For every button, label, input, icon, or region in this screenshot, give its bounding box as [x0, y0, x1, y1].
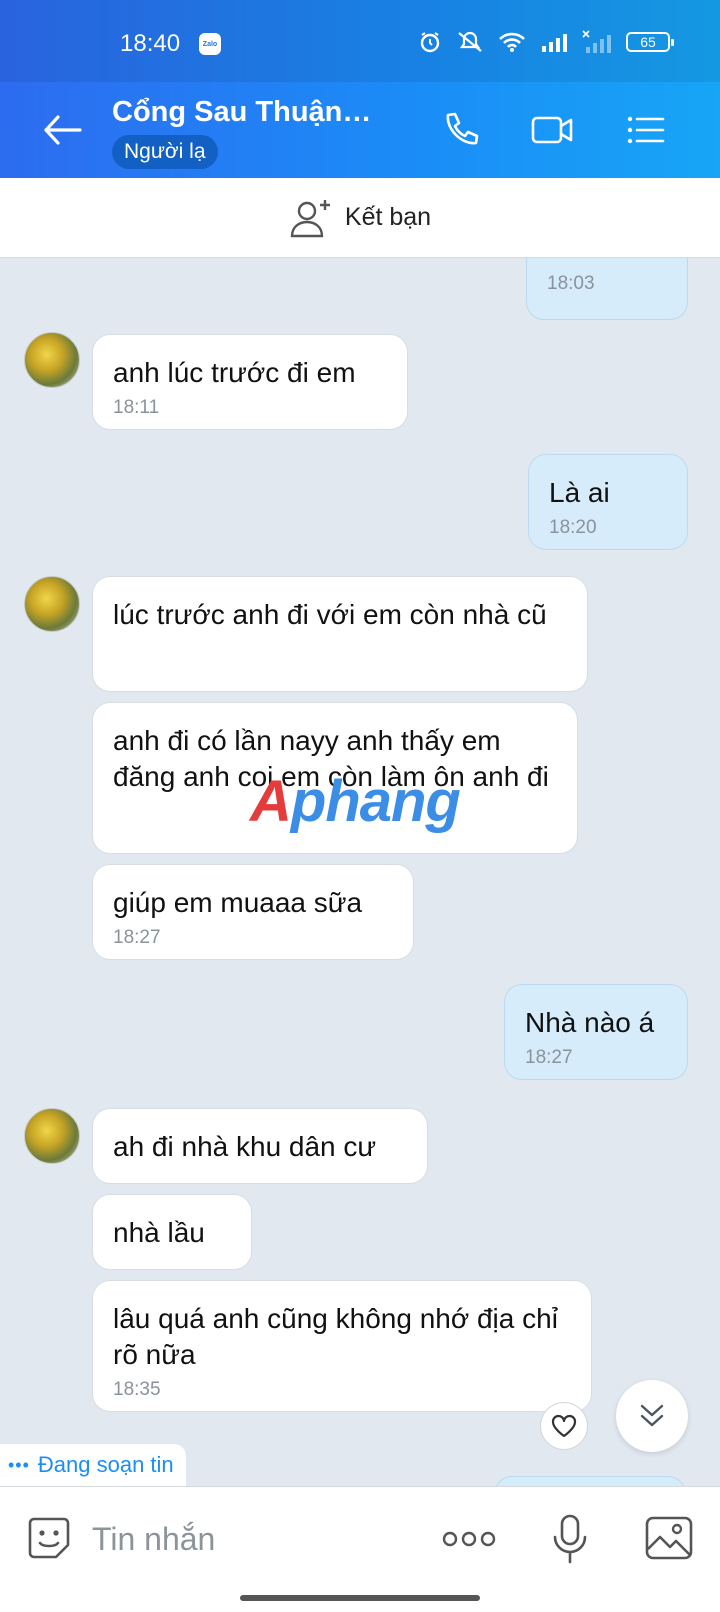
- message-text: giúp em muaaa sữa: [113, 887, 363, 918]
- status-time: 18:40: [120, 30, 181, 57]
- battery-icon: 65: [626, 32, 674, 52]
- signal-sim2-icon: [582, 30, 611, 53]
- contact-avatar[interactable]: [24, 332, 80, 388]
- back-arrow-icon[interactable]: [42, 112, 82, 148]
- wifi-icon: [499, 32, 525, 52]
- heart-icon: [551, 1414, 577, 1438]
- contact-avatar[interactable]: [24, 576, 80, 632]
- message-text: Nhà nào á: [525, 1007, 655, 1038]
- zalo-notification-icon: Zalo: [199, 33, 221, 55]
- message-text: ah đi nhà khu dân cư: [113, 1131, 377, 1162]
- message-text: lúc trước anh đi với em còn nhà cũ: [113, 599, 547, 630]
- message-time: 18:35: [113, 1379, 161, 1400]
- message-bubble-out[interactable]: Nhà nào á 18:27: [504, 984, 688, 1080]
- message-text: lâu quá anh cũng không nhớ địa chỉ rõ nữ…: [113, 1303, 558, 1370]
- message-text: anh lúc trước đi em: [113, 357, 356, 388]
- contact-avatar[interactable]: [24, 1108, 80, 1164]
- message-text: Là ai: [549, 477, 610, 508]
- message-bubble-out[interactable]: 18:03: [526, 258, 688, 320]
- message-bubble-in[interactable]: ah đi nhà khu dân cư: [92, 1108, 428, 1184]
- scroll-to-bottom-button[interactable]: [616, 1380, 688, 1452]
- microphone-icon[interactable]: [550, 1513, 590, 1565]
- video-call-icon[interactable]: [530, 110, 574, 150]
- message-list: 18:03 anh lúc trước đi em 18:11 Là ai 18…: [0, 258, 720, 1486]
- signal-icon: [542, 34, 567, 52]
- message-input[interactable]: Tin nhắn: [92, 1521, 215, 1558]
- phone-icon[interactable]: [440, 110, 484, 150]
- contact-name[interactable]: Cổng Sau Thuận…: [112, 96, 371, 129]
- message-input-bar: Tin nhắn: [0, 1486, 720, 1612]
- typing-label: Đang soạn tin: [37, 1452, 174, 1477]
- message-time: 18:20: [549, 517, 597, 538]
- image-icon[interactable]: [644, 1515, 694, 1561]
- typing-dots-icon: •••: [8, 1454, 30, 1475]
- message-bubble-in[interactable]: giúp em muaaa sữa 18:27: [92, 864, 414, 960]
- sticker-icon[interactable]: [24, 1513, 74, 1563]
- top-bar: 18:40 Zalo 65 Cổng Sau Thuận… Người lạ: [0, 0, 720, 178]
- react-heart-button[interactable]: [540, 1402, 588, 1450]
- more-icon[interactable]: [442, 1531, 496, 1547]
- add-friend-icon: [290, 199, 330, 237]
- typing-indicator: ••• Đang soạn tin: [0, 1444, 186, 1486]
- add-friend-bar[interactable]: Kết bạn: [0, 178, 720, 258]
- home-indicator: [240, 1595, 480, 1601]
- add-friend-label: Kết bạn: [344, 203, 432, 231]
- menu-list-icon[interactable]: [624, 110, 668, 150]
- message-time: 18:11: [113, 397, 160, 418]
- status-bar: 18:40 Zalo 65: [0, 0, 720, 82]
- mute-icon: [458, 31, 482, 52]
- chevron-double-down-icon: [640, 1404, 664, 1427]
- message-bubble-out-partial: [494, 1476, 686, 1486]
- message-bubble-in[interactable]: lâu quá anh cũng không nhớ địa chỉ rõ nữ…: [92, 1280, 592, 1412]
- stranger-badge: Người lạ: [112, 135, 218, 169]
- message-time: 18:27: [525, 1047, 573, 1068]
- message-text: nhà lầu: [113, 1217, 205, 1248]
- message-bubble-out[interactable]: Là ai 18:20: [528, 454, 688, 550]
- message-bubble-in[interactable]: anh lúc trước đi em 18:11: [92, 334, 408, 430]
- message-bubble-in[interactable]: lúc trước anh đi với em còn nhà cũ: [92, 576, 588, 692]
- message-time: 18:27: [113, 927, 161, 948]
- message-time: 18:03: [547, 273, 595, 294]
- chat-header: Cổng Sau Thuận… Người lạ: [0, 82, 720, 178]
- alarm-icon: [420, 32, 440, 53]
- message-bubble-in[interactable]: nhà lầu: [92, 1194, 252, 1270]
- watermark-logo: Aphang: [250, 769, 461, 834]
